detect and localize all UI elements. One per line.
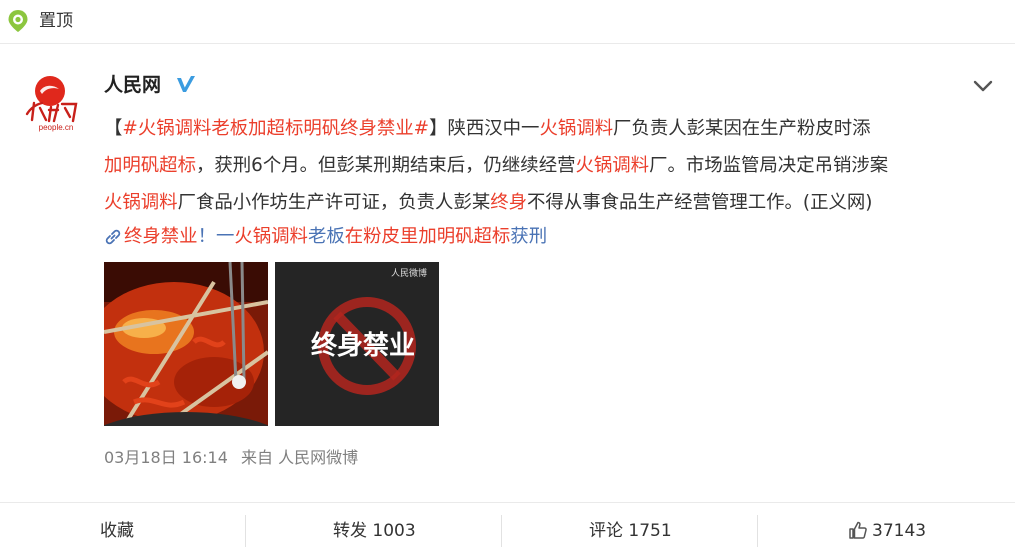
text-run: 老板	[307, 226, 345, 247]
pinned-bar: 置顶	[0, 0, 1015, 44]
hotpot-image	[104, 262, 268, 426]
keyword-highlight: 加明矾超标	[418, 226, 511, 247]
keyword-highlight: 火锅调料	[104, 192, 178, 213]
text-run: 】陕西汉中一	[429, 118, 540, 139]
keyword-highlight: 终身禁业	[124, 226, 198, 247]
keyword-highlight: 火锅调料	[539, 118, 614, 139]
link-icon	[105, 229, 121, 245]
text-run: 【	[104, 118, 123, 139]
like-button[interactable]: 37143	[848, 517, 926, 545]
action-divider	[245, 515, 246, 547]
post-text: 【#火锅调料老板加超标明矾终身禁业#】陕西汉中一火锅调料厂负责人彭某因在生产粉皮…	[104, 110, 989, 221]
article-link-text[interactable]: 终身禁业！一火锅调料老板在粉皮里加明矾超标获刑	[124, 226, 547, 247]
post-image-ban[interactable]: 终身禁业 人民微博	[275, 262, 439, 426]
text-run: 厂。市场监管局决定吊销涉案	[649, 155, 889, 176]
post-image-hotpot[interactable]	[104, 262, 268, 426]
pinned-label: 置顶	[39, 11, 73, 31]
action-bar: 收藏 转发 1003 评论 1751 37143	[0, 502, 1015, 560]
repost-button[interactable]: 转发 1003	[333, 517, 416, 545]
post-time[interactable]: 03月18日 16:14	[104, 448, 228, 467]
post-line: 【#火锅调料老板加超标明矾终身禁业#】陕西汉中一火锅调料厂负责人彭某因在生产粉皮…	[104, 110, 989, 147]
text-run: 不得从事食品生产经营管理工作。(正义网)	[527, 192, 873, 213]
thumbs-up-icon	[849, 521, 867, 539]
action-divider	[757, 515, 758, 547]
post-line: 火锅调料厂食品小作坊生产许可证，负责人彭某终身不得从事食品生产经营管理工作。(正…	[104, 184, 989, 221]
author-name[interactable]: 人民网	[104, 72, 161, 98]
article-link[interactable]: 终身禁业！一火锅调料老板在粉皮里加明矾超标获刑	[104, 222, 547, 252]
text-run: 获刑	[510, 226, 548, 247]
keyword-highlight: 在粉皮里	[344, 226, 419, 247]
text-run: ！一	[197, 226, 235, 247]
keyword-highlight: 火锅调料	[234, 226, 308, 247]
keyword-highlight: 火锅调料	[575, 155, 650, 176]
ban-caption: 终身禁业	[311, 330, 415, 361]
post-line: 加明矾超标，获刑6个月。但彭某刑期结束后，仍继续经营火锅调料厂。市场监管局决定吊…	[104, 147, 989, 184]
chevron-down-icon[interactable]	[972, 78, 994, 94]
keyword-highlight: 终身	[490, 192, 528, 213]
hashtag-link[interactable]: #火锅调料老板加超标明矾终身禁业#	[122, 118, 429, 139]
text-run: ，获刑6个月。但彭某刑期结束后，仍继续经营	[195, 155, 576, 176]
post-source[interactable]: 来自 人民网微博	[241, 448, 358, 467]
action-divider	[501, 515, 502, 547]
favorite-button[interactable]: 收藏	[100, 517, 134, 545]
text-run: 厂食品小作坊生产许可证，负责人彭某	[177, 192, 491, 213]
like-count: 37143	[872, 521, 927, 541]
avatar[interactable]: people.cn	[18, 70, 82, 134]
keyword-highlight: 加明矾超标	[104, 155, 196, 176]
image-watermark: 人民微博	[391, 267, 427, 279]
verified-icon	[177, 76, 195, 92]
pin-location-icon	[8, 10, 28, 32]
avatar-caption: people.cn	[39, 123, 74, 132]
comment-button[interactable]: 评论 1751	[589, 517, 672, 545]
post-meta: 03月18日 16:14 来自 人民网微博	[104, 446, 366, 470]
ban-image: 终身禁业 人民微博	[275, 262, 439, 426]
text-run: 厂负责人彭某因在生产粉皮时添	[613, 118, 871, 139]
